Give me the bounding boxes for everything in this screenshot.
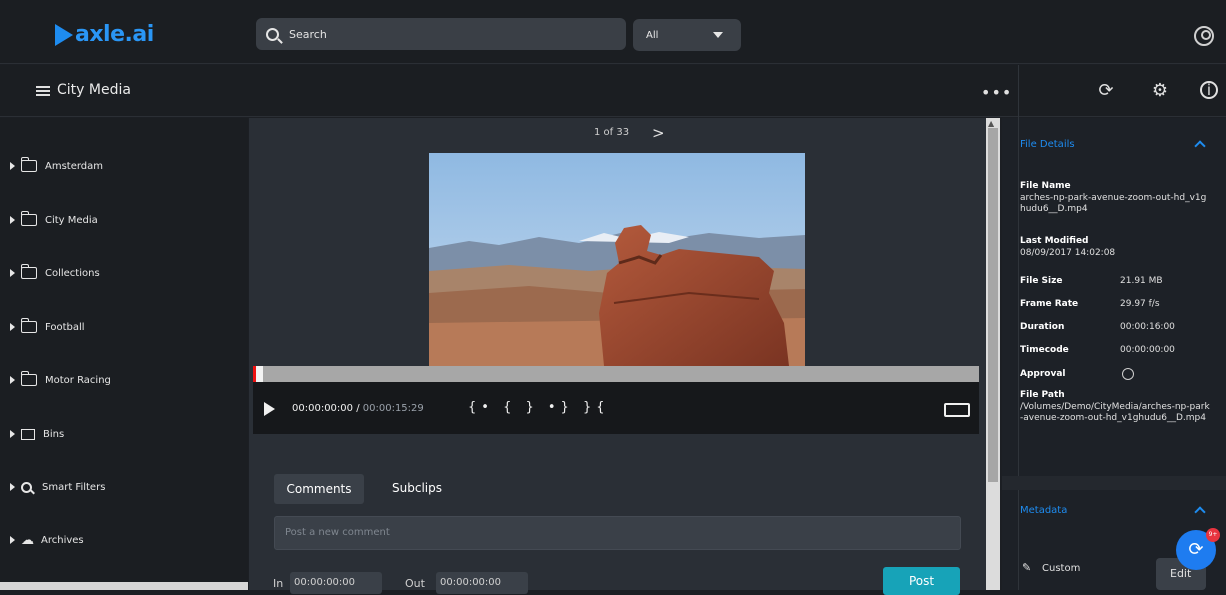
timecode-display: 00:00:00:00 / 00:00:15:29 xyxy=(292,403,424,414)
search-scope-value: All xyxy=(646,29,659,41)
sidebar-item-label: Bins xyxy=(43,428,65,440)
out-timecode-field[interactable]: 00:00:00:00 xyxy=(436,572,528,594)
scrollbar-thumb[interactable] xyxy=(988,128,998,482)
sidebar-item-label: Smart Filters xyxy=(42,481,106,493)
logo-mark-icon xyxy=(55,23,73,46)
sidebar-item-label: Collections xyxy=(45,267,100,279)
notification-badge: 9+ xyxy=(1206,528,1220,542)
comment-input[interactable]: Post a new comment xyxy=(274,516,961,550)
out-label: Out xyxy=(405,577,425,590)
video-frame[interactable] xyxy=(429,153,805,366)
folder-sidebar xyxy=(0,118,248,590)
expand-arrow-icon[interactable] xyxy=(10,269,15,277)
play-icon[interactable] xyxy=(264,402,275,416)
next-asset-chevron-icon[interactable]: > xyxy=(652,124,665,142)
in-timecode-field[interactable]: 00:00:00:00 xyxy=(290,572,382,594)
sidebar-item-amsterdam[interactable]: Amsterdam xyxy=(10,156,103,176)
metadata-title: Metadata xyxy=(1020,505,1068,516)
file-name-value: arches-np-park-avenue-zoom-out-hd_v1ghud… xyxy=(1020,193,1207,214)
custom-metadata-label[interactable]: Custom xyxy=(1042,563,1080,574)
approval-label: Approval xyxy=(1020,369,1066,379)
file-size-label: File Size xyxy=(1020,276,1063,286)
last-modified-value: 08/09/2017 14:02:08 xyxy=(1020,248,1116,258)
toolbar: City Media ••• xyxy=(0,65,1226,117)
sidebar-item-city-media[interactable]: City Media xyxy=(10,210,98,230)
sidebar-item-label: Motor Racing xyxy=(45,374,111,386)
app-logo[interactable]: axle.ai xyxy=(55,22,154,47)
folder-icon xyxy=(21,318,37,333)
scroll-up-arrow-icon[interactable]: ▲ xyxy=(988,119,994,128)
folder-icon xyxy=(21,371,37,386)
frame-rate-value: 29.97 f/s xyxy=(1120,299,1160,309)
expand-arrow-icon[interactable] xyxy=(10,536,15,544)
file-name-label: File Name xyxy=(1020,181,1071,191)
logo-text: axle.ai xyxy=(75,22,154,47)
expand-arrow-icon[interactable] xyxy=(10,162,15,170)
timeline-scrubber[interactable] xyxy=(253,366,979,382)
asset-pager: 1 of 33 xyxy=(594,127,630,138)
approval-status-icon[interactable] xyxy=(1122,368,1134,380)
sidebar-item-bins[interactable]: Bins xyxy=(10,424,64,444)
settings-gear-icon[interactable]: ⚙ xyxy=(1150,81,1170,101)
sidebar-item-collections[interactable]: Collections xyxy=(10,263,100,283)
in-label: In xyxy=(273,577,284,590)
expand-arrow-icon[interactable] xyxy=(10,323,15,331)
folder-icon xyxy=(21,157,37,172)
caret-down-icon xyxy=(713,32,723,38)
total-timecode: 00:00:15:29 xyxy=(362,403,424,414)
current-timecode: 00:00:00:00 xyxy=(292,403,354,414)
in-out-marker-buttons[interactable]: {• { } •} }{ xyxy=(468,400,610,415)
last-modified-label: Last Modified xyxy=(1020,236,1089,246)
bins-icon xyxy=(21,428,35,440)
search-icon xyxy=(266,27,279,41)
tab-subclips[interactable]: Subclips xyxy=(392,481,442,495)
search-input[interactable]: Search xyxy=(256,18,626,50)
refresh-icon[interactable]: ⟳ xyxy=(1096,81,1116,101)
panel-divider xyxy=(1018,65,1019,590)
sidebar-item-archives[interactable]: ☁ Archives xyxy=(10,530,84,550)
sidebar-item-label: City Media xyxy=(45,214,98,226)
search-placeholder: Search xyxy=(289,27,327,41)
sidebar-item-football[interactable]: Football xyxy=(10,317,85,337)
tab-comments[interactable]: Comments xyxy=(274,474,364,504)
file-details-title: File Details xyxy=(1020,139,1075,150)
sidebar-item-label: Archives xyxy=(41,534,84,546)
sidebar-item-motor-racing[interactable]: Motor Racing xyxy=(10,370,111,390)
folder-icon xyxy=(21,264,37,279)
hamburger-menu-icon[interactable] xyxy=(36,86,50,96)
info-icon[interactable]: i xyxy=(1200,81,1218,99)
duration-value: 00:00:16:00 xyxy=(1120,322,1175,332)
sidebar-horizontal-scrollbar[interactable] xyxy=(0,582,248,590)
file-path-value: /Volumes/Demo/CityMedia/arches-np-park-a… xyxy=(1020,402,1210,423)
more-options-button[interactable]: ••• xyxy=(981,83,1012,102)
search-icon xyxy=(21,481,32,493)
expand-arrow-icon[interactable] xyxy=(10,376,15,384)
search-scope-dropdown[interactable]: All xyxy=(633,19,741,51)
cloud-icon: ☁ xyxy=(21,532,34,548)
pencil-icon: ✎ xyxy=(1022,561,1032,574)
expand-arrow-icon[interactable] xyxy=(10,483,15,491)
breadcrumb: City Media xyxy=(57,82,131,98)
expand-arrow-icon[interactable] xyxy=(10,430,15,438)
panel-section-divider xyxy=(1002,476,1226,490)
file-size-value: 21.91 MB xyxy=(1120,276,1163,286)
folder-icon xyxy=(21,211,37,226)
timecode-label: Timecode xyxy=(1020,345,1069,355)
frame-rate-label: Frame Rate xyxy=(1020,299,1079,309)
user-account-icon[interactable] xyxy=(1194,26,1214,46)
sidebar-item-smart-filters[interactable]: Smart Filters xyxy=(10,477,105,497)
sidebar-item-label: Football xyxy=(45,321,85,333)
duration-label: Duration xyxy=(1020,322,1065,332)
post-button[interactable]: Post xyxy=(883,567,960,595)
video-thumbnail-landscape xyxy=(429,153,805,366)
expand-arrow-icon[interactable] xyxy=(10,216,15,224)
fullscreen-icon[interactable] xyxy=(944,403,970,417)
timecode-separator: / xyxy=(353,403,363,414)
timecode-value: 00:00:00:00 xyxy=(1120,345,1175,355)
file-path-label: File Path xyxy=(1020,390,1065,400)
sidebar-item-label: Amsterdam xyxy=(45,160,104,172)
playhead-marker[interactable] xyxy=(253,366,263,382)
